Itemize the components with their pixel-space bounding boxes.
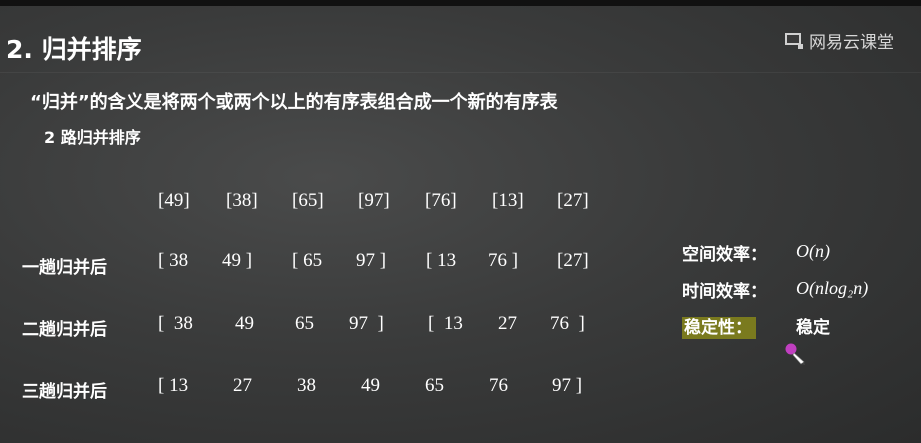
pass-cell: 76 ] [550,313,585,334]
pass-cell: 38 [297,375,316,396]
pass-cell: 76 ] [488,250,519,271]
slide-title: 2. 归并排序 [6,35,142,64]
pass-label: 一趟归并后 [22,258,107,278]
pass-cell: [27] [557,250,589,271]
initial-cell: [65] [292,190,324,211]
stability-label: 稳定性： [682,317,756,339]
top-bar [0,0,921,6]
stability-label-wrap: 稳定性： [682,313,756,339]
initial-cell: [76] [425,190,457,211]
initial-cell: [27] [557,190,589,211]
pass-cell: [ 13 [158,375,189,396]
initial-cell: [97] [358,190,390,211]
space-efficiency-value: O(n) [796,241,830,261]
slide: 2. 归并排序 网易云课堂 “归并”的含义是将两个或两个以上的有序表组合成一个新… [0,0,921,443]
pass-cell: 97 ] [349,313,384,334]
initial-cell: [49] [158,190,190,211]
definition-text: “归并”的含义是将两个或两个以上的有序表组合成一个新的有序表 [30,92,558,113]
initial-cell: [13] [492,190,524,211]
pass-cell: 49 [235,313,254,334]
pass-label: 三趟归并后 [22,382,107,402]
pass-label: 二趟归并后 [22,320,107,340]
variant-text: 2 路归并排序 [44,128,141,147]
pass-cell: [ 38 [158,313,193,334]
pass-cell: 65 [425,375,444,396]
pass-cell: [ 65 [292,250,323,271]
pass-cell: 65 [295,313,314,334]
initial-cell: [38] [226,190,258,211]
pass-cell: 97 ] [552,375,583,396]
pass-cell: 49 [361,375,380,396]
pass-cell: 27 [233,375,252,396]
chalkboard-logo-icon [784,32,804,50]
pass-cell: 27 [498,313,517,334]
pass-cell: [ 38 [158,250,189,271]
header-divider [0,72,921,73]
stability-value: 稳定 [796,318,830,338]
pass-cell: 97 ] [356,250,387,271]
pass-cell: [ 13 [428,313,463,334]
brand-name: 网易云课堂 [809,33,894,53]
pass-cell: 76 [489,375,508,396]
time-efficiency-label: 时间效率： [682,282,767,302]
brand: 网易云课堂 [784,28,894,53]
pass-cell: [ 13 [426,250,457,271]
time-efficiency-value: O(nlog₂n) [796,278,869,298]
space-efficiency-label: 空间效率： [682,245,767,265]
pen-cursor-icon [784,342,808,366]
pass-cell: 49 ] [222,250,253,271]
